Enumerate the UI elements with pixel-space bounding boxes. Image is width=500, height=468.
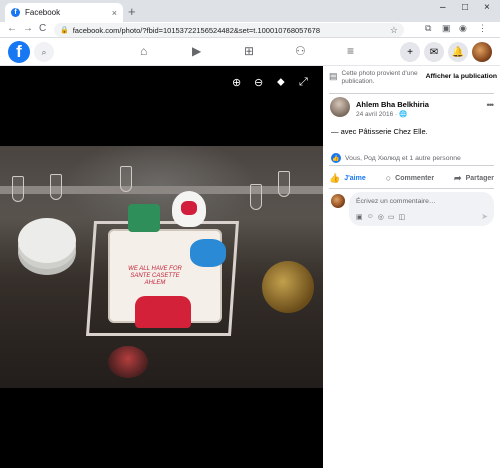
tag-icon[interactable]: ⬥ xyxy=(277,76,285,89)
green-armchair-decoration xyxy=(128,204,160,232)
post-actions: 👍 J'aime ○ Commenter ➦ Partager xyxy=(329,170,494,186)
document-icon: ▤ xyxy=(329,71,338,81)
tab-title: Facebook xyxy=(25,8,61,17)
publication-notice: ▤ Cette photo provient d'une publication… xyxy=(329,70,497,92)
wine-glass xyxy=(250,184,262,210)
divider xyxy=(329,188,494,189)
thumbs-up-icon: 👍 xyxy=(329,172,341,183)
zoom-in-icon[interactable]: ⊕ xyxy=(232,76,241,89)
plates-stack xyxy=(18,218,76,263)
browser-tab[interactable]: f Facebook × xyxy=(5,3,123,22)
search-icon[interactable]: ⌕ xyxy=(34,42,54,62)
tagged-page-link[interactable]: Pâtisserie Chez Elle xyxy=(359,127,426,136)
avatar[interactable] xyxy=(331,194,345,208)
wine-glass xyxy=(120,166,132,192)
lock-icon: 🔒 xyxy=(60,27,69,34)
browser-menu-icon[interactable]: ⋮ xyxy=(478,23,487,34)
view-publication-link[interactable]: Afficher la publication xyxy=(426,73,497,92)
divider xyxy=(329,93,494,94)
sticker-icon[interactable]: ▣ xyxy=(356,213,363,221)
zoom-out-icon[interactable]: ⊖ xyxy=(254,76,263,89)
blue-armchair-decoration xyxy=(190,239,226,267)
emoji-icon[interactable]: ☺ xyxy=(367,213,374,221)
comment-input[interactable]: Écrivez un commentaire… ▣ ☺ ◎ ▭ ◫ ➤ xyxy=(349,192,494,226)
camera-icon[interactable]: ◎ xyxy=(378,213,384,221)
avatar[interactable] xyxy=(472,42,492,62)
minimize-icon[interactable]: – xyxy=(440,2,446,13)
post-date[interactable]: 24 avril 2016 · 🌐 xyxy=(356,110,407,118)
back-icon[interactable]: ← xyxy=(7,23,17,34)
marketplace-icon[interactable]: ⊞ xyxy=(244,44,254,58)
comment-placeholder[interactable]: Écrivez un commentaire… xyxy=(356,198,436,205)
share-icon: ➦ xyxy=(454,172,462,183)
watch-icon[interactable]: ▶ xyxy=(192,44,201,58)
post-caption: — avec Pâtisserie Chez Elle. xyxy=(331,127,428,136)
fullscreen-icon[interactable]: ⤢ xyxy=(299,76,308,89)
maximize-icon[interactable]: □ xyxy=(462,2,468,13)
table-edge xyxy=(0,186,323,194)
account-icon[interactable]: ◉ xyxy=(459,23,467,34)
globe-icon: 🌐 xyxy=(399,111,408,118)
red-sofa-decoration xyxy=(135,296,191,328)
create-icon[interactable]: + xyxy=(400,42,420,62)
browser-tabstrip: f Facebook × + – □ × xyxy=(0,0,500,22)
extensions-icon[interactable]: ⧉ xyxy=(425,23,431,34)
bookmark-star-icon[interactable]: ☆ xyxy=(390,25,398,36)
photo-viewer: ⊕ ⊖ ⬥ ⤢ WE ALL HAVE FOR SANTE CASETTE AH… xyxy=(0,66,323,468)
facebook-logo[interactable]: f xyxy=(8,41,30,63)
wine-glass xyxy=(50,174,62,200)
cake-text: WE ALL HAVE FOR SANTE CASETTE AHLEM xyxy=(128,266,182,287)
messenger-icon[interactable]: ✉ xyxy=(424,42,444,62)
candy-bowl xyxy=(108,346,148,378)
egg-chair-decoration xyxy=(172,191,206,227)
url-text[interactable]: facebook.com/photo/?fbid=101537221565244… xyxy=(73,26,390,35)
profile-icon[interactable]: ▣ xyxy=(442,23,451,34)
close-window-icon[interactable]: × xyxy=(484,2,490,13)
share-button[interactable]: ➦ Partager xyxy=(454,173,494,184)
post-author: Ahlem Bha Belkhiria 24 avril 2016 · 🌐 ••… xyxy=(330,97,495,119)
tab-close-icon[interactable]: × xyxy=(112,8,117,18)
send-icon[interactable]: ➤ xyxy=(481,212,488,221)
comment-composer: Écrivez un commentaire… ▣ ☺ ◎ ▭ ◫ ➤ xyxy=(331,192,496,226)
author-avatar[interactable] xyxy=(330,97,350,117)
notifications-icon[interactable]: 🔔 xyxy=(448,42,468,62)
avatar-sticker-icon[interactable]: ◫ xyxy=(399,213,406,221)
facebook-header: f ⌕ ⌂ ▶ ⊞ ⚇ ≡ + ✉ 🔔 xyxy=(0,38,500,66)
new-tab-button[interactable]: + xyxy=(128,4,136,19)
decorative-pot xyxy=(262,261,314,313)
facebook-favicon: f xyxy=(11,8,20,17)
notice-text: Cette photo provient d'une publication. xyxy=(341,70,418,86)
omnibox[interactable]: 🔒 facebook.com/photo/?fbid=1015372215652… xyxy=(54,23,404,37)
address-bar: ← → C 🔒 facebook.com/photo/?fbid=1015372… xyxy=(0,22,500,38)
gif-icon[interactable]: ▭ xyxy=(388,213,395,221)
home-icon[interactable]: ⌂ xyxy=(140,44,147,58)
author-name[interactable]: Ahlem Bha Belkhiria xyxy=(356,100,429,109)
groups-icon[interactable]: ⚇ xyxy=(295,44,306,58)
comment-icon: ○ xyxy=(385,173,392,183)
wine-glass xyxy=(12,176,24,202)
forward-icon[interactable]: → xyxy=(23,23,33,34)
photo: WE ALL HAVE FOR SANTE CASETTE AHLEM xyxy=(0,146,323,388)
divider xyxy=(329,165,494,166)
more-options-icon[interactable]: ••• xyxy=(487,100,495,110)
like-reaction-icon: 👍 xyxy=(331,153,341,163)
comment-tools: ▣ ☺ ◎ ▭ ◫ xyxy=(356,213,405,221)
wine-glass xyxy=(278,171,290,197)
comment-button[interactable]: ○ Commenter xyxy=(386,173,434,183)
menu-icon[interactable]: ≡ xyxy=(347,44,354,58)
reactions-text[interactable]: Vous, Род Хюлюд et 1 autre personne xyxy=(345,155,461,162)
reactions-summary[interactable]: 👍 Vous, Род Хюлюд et 1 autre personne xyxy=(331,153,461,163)
like-button[interactable]: 👍 J'aime xyxy=(329,173,366,184)
reload-icon[interactable]: C xyxy=(39,23,46,34)
post-panel: ▤ Cette photo provient d'une publication… xyxy=(323,66,500,468)
